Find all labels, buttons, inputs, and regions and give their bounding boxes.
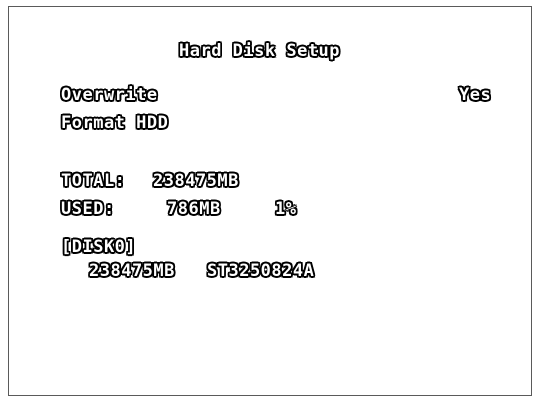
overwrite-value[interactable]: Yes — [459, 85, 491, 105]
overwrite-option[interactable]: Overwrite — [61, 85, 158, 105]
total-label: TOTAL: — [61, 171, 126, 191]
page-title: Hard Disk Setup — [179, 41, 341, 61]
disk-model: ST3250824A — [207, 261, 315, 281]
used-label: USED: — [61, 199, 115, 219]
used-value: 786MB — [167, 199, 221, 219]
disk-size: 238475MB — [89, 261, 175, 281]
total-value: 238475MB — [153, 171, 239, 191]
disk-id: [DISK0] — [61, 237, 137, 257]
used-percent: 1% — [275, 199, 297, 219]
format-hdd-option[interactable]: Format HDD — [61, 113, 168, 133]
osd-screen: Hard Disk Setup Overwrite Yes Format HDD… — [8, 6, 532, 396]
